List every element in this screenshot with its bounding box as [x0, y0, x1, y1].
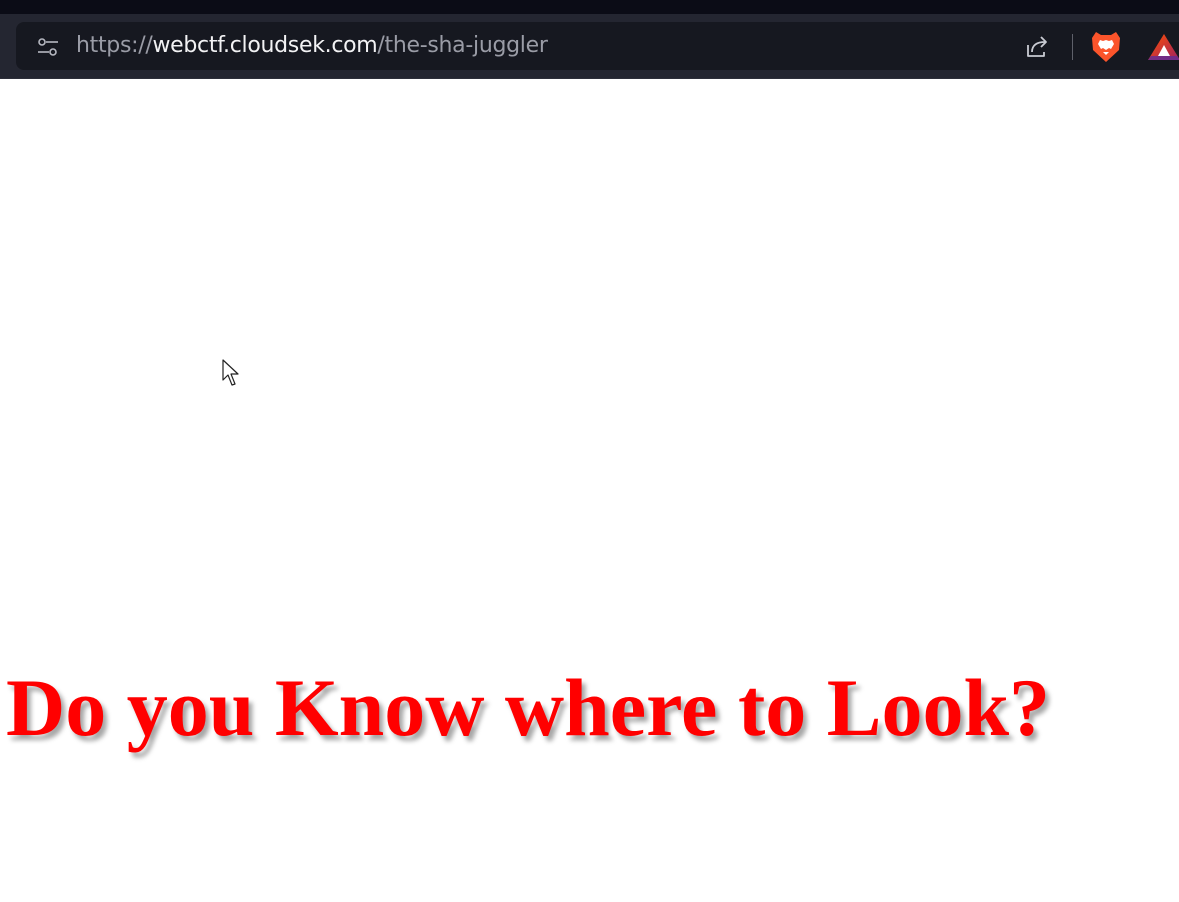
browser-toolbar: https://webctf.cloudsek.com/the-sha-jugg…	[0, 14, 1179, 79]
page-headline: Do you Know where to Look?	[6, 662, 1051, 753]
share-icon[interactable]	[1023, 33, 1051, 61]
brave-shields-icon[interactable]	[1090, 30, 1122, 64]
brave-rewards-icon[interactable]	[1147, 32, 1179, 62]
site-settings-icon[interactable]	[36, 35, 60, 59]
url-host: webctf.cloudsek.com	[152, 33, 378, 58]
url-path: /the-sha-juggler	[377, 33, 548, 58]
mouse-pointer-icon	[222, 359, 242, 387]
toolbar-divider	[1072, 34, 1073, 60]
page-content: Do you Know where to Look?	[0, 79, 1179, 902]
address-bar[interactable]: https://webctf.cloudsek.com/the-sha-jugg…	[16, 22, 1179, 70]
url-scheme: https://	[76, 33, 153, 58]
window-top-strip	[0, 0, 1179, 14]
url-text[interactable]: https://webctf.cloudsek.com/the-sha-jugg…	[76, 32, 548, 60]
